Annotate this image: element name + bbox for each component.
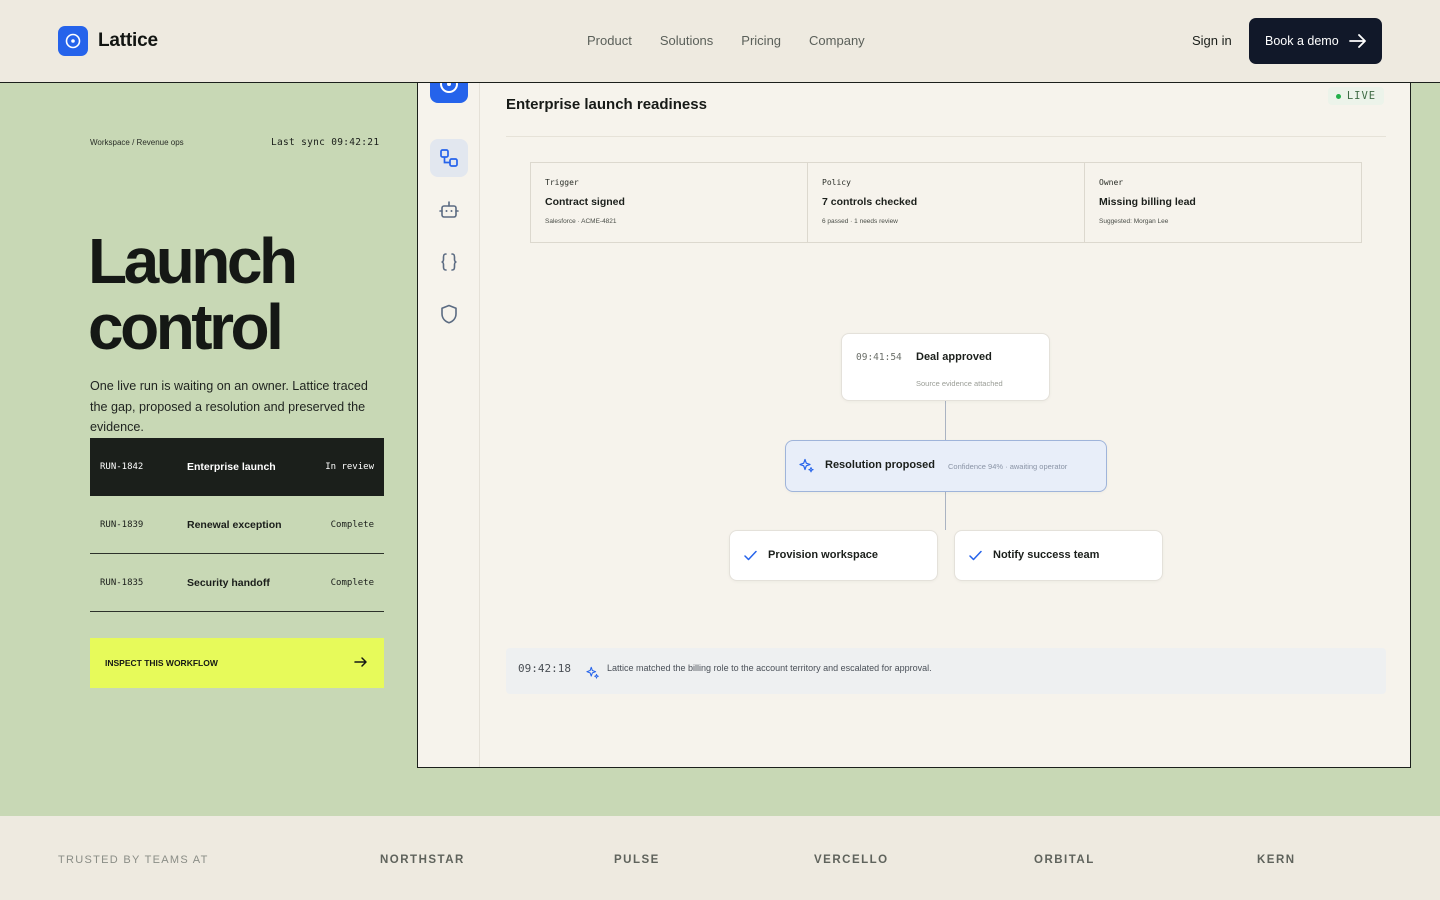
notify-success-node[interactable]: Notify success team xyxy=(954,530,1163,581)
divider xyxy=(506,136,1386,137)
last-sync: Last sync 09:42:21 xyxy=(271,137,380,148)
run-status: In review xyxy=(325,462,374,472)
node-title: Notify success team xyxy=(993,549,1100,561)
node-sub: Source evidence attached xyxy=(916,379,1003,388)
brand-orbital: ORBITAL xyxy=(1034,854,1095,866)
arrow-right-icon xyxy=(354,657,367,667)
resolution-proposed-node[interactable]: Resolution proposed Confidence 94% · awa… xyxy=(785,440,1107,492)
card-sub: 6 passed · 1 needs review xyxy=(822,218,898,225)
trusted-label: TRUSTED BY TEAMS AT xyxy=(58,854,209,866)
site-header: Lattice Product Solutions Pricing Compan… xyxy=(0,0,1440,83)
card-label: Trigger xyxy=(545,178,579,187)
robot-icon xyxy=(439,201,459,218)
nav-product[interactable]: Product xyxy=(587,33,632,48)
run-name: Renewal exception xyxy=(187,518,282,531)
node-time: 09:41:54 xyxy=(856,352,902,363)
hero-line-1: Launch xyxy=(88,225,298,297)
brand-pulse: PULSE xyxy=(614,854,660,866)
sidebar-security-button[interactable] xyxy=(430,295,468,333)
nav-solutions[interactable]: Solutions xyxy=(660,33,713,48)
app-sidebar xyxy=(418,71,480,767)
provision-workspace-node[interactable]: Provision workspace xyxy=(729,530,938,581)
live-label: LIVE xyxy=(1346,90,1377,102)
hero-description: One live run is waiting on an owner. Lat… xyxy=(90,379,368,434)
inspect-workflow-button[interactable]: INSPECT THIS WORKFLOW xyxy=(90,638,384,688)
run-row-1835[interactable]: RUN-1835 Security handoff Complete xyxy=(90,554,384,612)
card-value: Contract signed xyxy=(545,196,625,208)
activity-log: 09:42:18 Lattice matched the billing rol… xyxy=(506,648,1386,694)
arrow-right-icon xyxy=(1348,34,1366,48)
run-name: Security handoff xyxy=(187,576,270,589)
main-nav: Product Solutions Pricing Company xyxy=(587,33,865,48)
live-dot-icon xyxy=(1335,93,1341,99)
book-demo-button[interactable]: Book a demo xyxy=(1249,18,1382,64)
log-time: 09:42:18 xyxy=(518,662,571,675)
policy-card: Policy 7 controls checked 6 passed · 1 n… xyxy=(807,163,1084,242)
code-braces-icon xyxy=(441,253,457,271)
run-id: RUN-1835 xyxy=(100,577,144,588)
run-status: Complete xyxy=(330,519,374,530)
card-label: Policy xyxy=(822,178,851,187)
sidebar-agents-button[interactable] xyxy=(430,191,468,229)
node-sub: Confidence 94% · awaiting operator xyxy=(948,462,1068,471)
nav-pricing[interactable]: Pricing xyxy=(741,33,781,48)
book-demo-label: Book a demo xyxy=(1265,34,1339,48)
sparkle-icon xyxy=(586,666,599,679)
brand-northstar: NORTHSTAR xyxy=(380,854,465,866)
check-icon xyxy=(744,550,757,561)
trigger-card: Trigger Contract signed Salesforce · ACM… xyxy=(531,163,807,242)
run-status: Complete xyxy=(330,577,374,588)
node-title: Deal approved xyxy=(916,351,992,363)
card-sub: Salesforce · ACME-4821 xyxy=(545,218,617,225)
inspect-label: INSPECT THIS WORKFLOW xyxy=(105,658,218,668)
sidebar-workflows-button[interactable] xyxy=(430,139,468,177)
check-icon xyxy=(969,550,982,561)
brand-vercello: VERCELLO xyxy=(814,854,889,866)
brand-kern: KERN xyxy=(1257,854,1296,866)
card-value: Missing billing lead xyxy=(1099,196,1196,208)
flow-connector xyxy=(945,492,946,530)
run-id: RUN-1842 xyxy=(100,462,144,472)
run-list: RUN-1842 Enterprise launch In review RUN… xyxy=(90,438,384,612)
run-row-1842[interactable]: RUN-1842 Enterprise launch In review xyxy=(90,438,384,496)
brand-name: Lattice xyxy=(98,30,158,51)
live-badge: LIVE xyxy=(1328,87,1384,105)
sidebar-code-button[interactable] xyxy=(430,243,468,281)
summary-cards: Trigger Contract signed Salesforce · ACM… xyxy=(530,162,1362,243)
deal-approved-node[interactable]: 09:41:54 Deal approved Source evidence a… xyxy=(841,333,1050,401)
logo[interactable]: Lattice xyxy=(58,26,158,56)
sparkle-icon xyxy=(799,458,814,473)
owner-card: Owner Missing billing lead Suggested: Mo… xyxy=(1084,163,1361,242)
card-sub: Suggested: Morgan Lee xyxy=(1099,218,1169,225)
nav-company[interactable]: Company xyxy=(809,33,865,48)
lattice-logo-icon xyxy=(58,26,88,56)
card-label: Owner xyxy=(1099,178,1124,187)
breadcrumb: Workspace / Revenue ops xyxy=(90,138,184,147)
run-name: Enterprise launch xyxy=(187,461,276,473)
hero-line-2: control xyxy=(88,291,284,363)
sign-in-link[interactable]: Sign in xyxy=(1192,33,1232,48)
run-row-1839[interactable]: RUN-1839 Renewal exception Complete xyxy=(90,496,384,554)
node-title: Resolution proposed xyxy=(825,459,935,471)
workflow-panel: RUN-1842 / REVENUE OPERATIONS Enterprise… xyxy=(417,70,1411,768)
page-title: Launch control xyxy=(88,225,298,363)
trusted-by-section: TRUSTED BY TEAMS AT NORTHSTAR PULSE VERC… xyxy=(0,816,1440,900)
log-message: Lattice matched the billing role to the … xyxy=(607,663,932,673)
workflow-icon xyxy=(440,149,458,167)
flow-connector xyxy=(945,401,946,440)
node-title: Provision workspace xyxy=(768,549,879,561)
shield-icon xyxy=(441,304,457,324)
card-value: 7 controls checked xyxy=(822,196,918,208)
run-id: RUN-1839 xyxy=(100,519,144,530)
workflow-title: Enterprise launch readiness xyxy=(506,96,707,113)
